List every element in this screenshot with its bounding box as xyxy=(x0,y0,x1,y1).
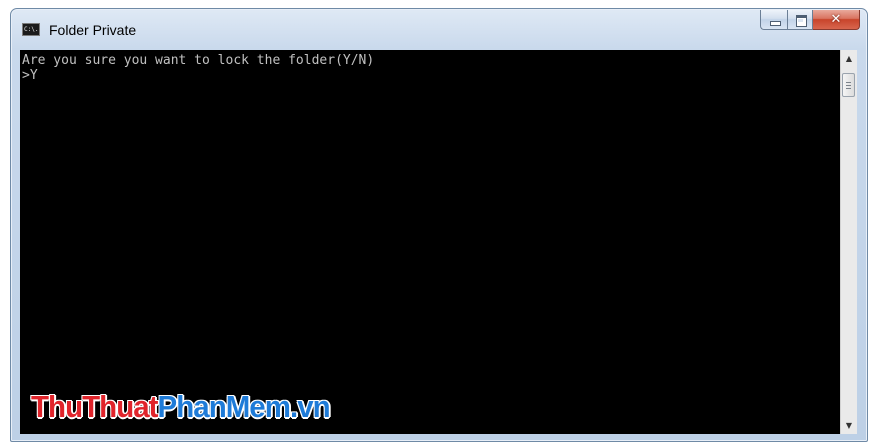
console-line: Are you sure you want to lock the folder… xyxy=(22,53,375,68)
watermark-logo: ThuThuatPhanMem.vn xyxy=(31,389,331,425)
console-window: C:\. Folder Private ✕ Are you sure you w… xyxy=(10,8,868,442)
close-icon: ✕ xyxy=(830,12,842,27)
maximize-icon xyxy=(796,15,807,27)
minimize-icon xyxy=(770,21,781,26)
title-bar[interactable]: C:\. Folder Private ✕ xyxy=(11,9,867,49)
window-title: Folder Private xyxy=(49,22,137,38)
scroll-up-arrow-icon[interactable]: ▲ xyxy=(841,50,857,67)
watermark-part-1: ThuThuat xyxy=(31,389,158,424)
caption-buttons: ✕ xyxy=(760,10,860,32)
cmd-icon-glyph: C:\. xyxy=(24,26,39,33)
minimize-button[interactable] xyxy=(760,10,787,30)
console-line: >Y xyxy=(22,68,38,83)
scroll-down-arrow-icon[interactable]: ▼ xyxy=(841,417,857,434)
console-output[interactable]: Are you sure you want to lock the folder… xyxy=(20,50,840,434)
scrollbar-thumb[interactable] xyxy=(842,73,855,97)
close-button[interactable]: ✕ xyxy=(813,10,860,30)
vertical-scrollbar[interactable]: ▲ ▼ xyxy=(840,50,857,434)
watermark-part-2: PhanMem.vn xyxy=(157,389,331,424)
cmd-console-icon[interactable]: C:\. xyxy=(22,23,40,36)
maximize-button[interactable] xyxy=(787,10,813,30)
